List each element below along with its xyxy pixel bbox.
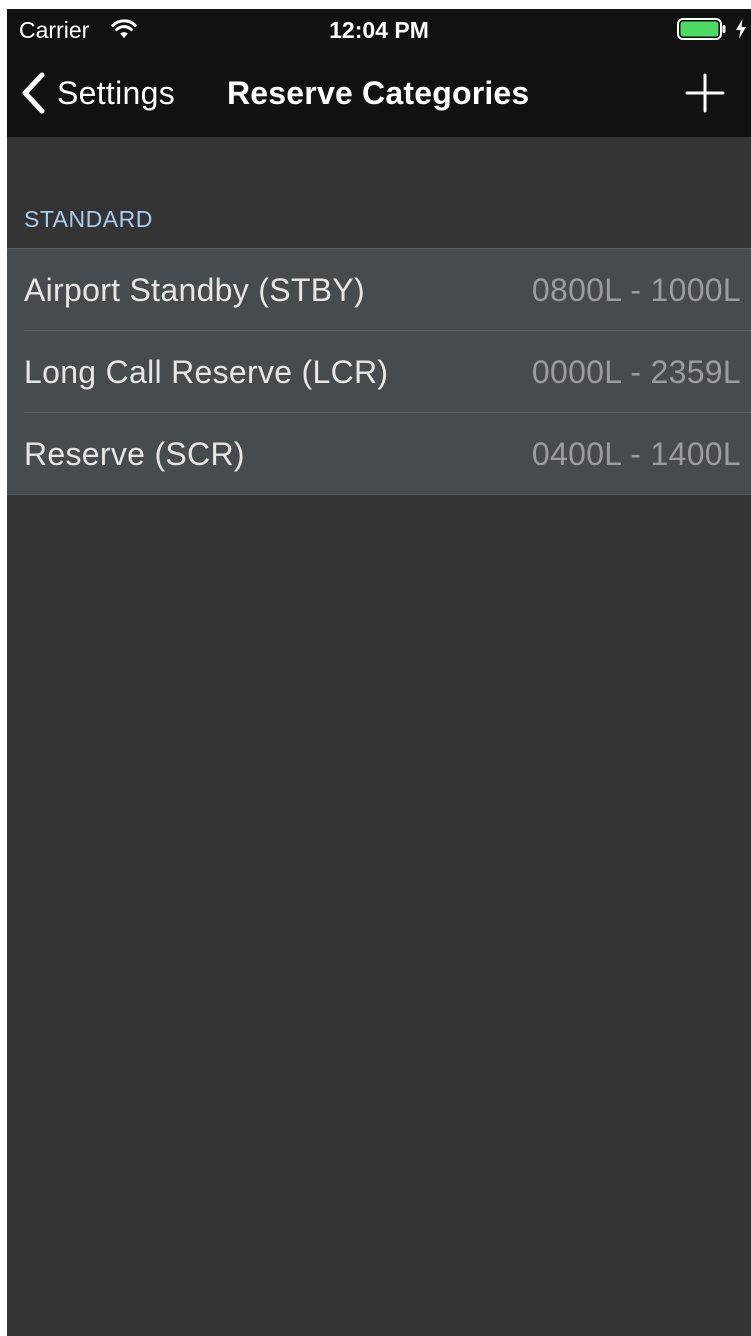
status-time: 12:04 PM bbox=[329, 17, 429, 43]
list-item[interactable]: Airport Standby (STBY) 0800L - 1000L bbox=[7, 249, 751, 330]
category-time-range: 0800L - 1000L bbox=[531, 272, 741, 308]
back-button[interactable]: Settings bbox=[21, 71, 175, 115]
battery-full-icon bbox=[677, 18, 726, 40]
category-name: Airport Standby (STBY) bbox=[24, 272, 365, 308]
list-item[interactable]: Reserve (SCR) 0400L - 1400L bbox=[7, 412, 751, 494]
app-screen: Carrier 12:04 PM Settings Reserve Catego… bbox=[7, 9, 751, 1336]
charging-bolt-icon bbox=[736, 19, 746, 39]
navigation-bar: Settings Reserve Categories bbox=[7, 49, 751, 137]
list-item[interactable]: Long Call Reserve (LCR) 0000L - 2359L bbox=[7, 330, 751, 412]
page-title: Reserve Categories bbox=[227, 75, 530, 111]
category-name: Reserve (SCR) bbox=[24, 436, 245, 472]
category-name: Long Call Reserve (LCR) bbox=[24, 354, 389, 390]
status-bar: Carrier 12:04 PM bbox=[7, 9, 751, 49]
plus-icon[interactable] bbox=[683, 71, 727, 115]
back-button-label: Settings bbox=[57, 75, 176, 111]
top-bar: Carrier 12:04 PM Settings Reserve Catego… bbox=[7, 9, 751, 137]
section-header: STANDARD bbox=[24, 206, 153, 232]
category-time-range: 0400L - 1400L bbox=[531, 436, 741, 472]
chevron-left-icon bbox=[22, 72, 45, 114]
category-time-range: 0000L - 2359L bbox=[531, 354, 741, 390]
reserve-category-list: Airport Standby (STBY) 0800L - 1000L Lon… bbox=[7, 248, 751, 495]
